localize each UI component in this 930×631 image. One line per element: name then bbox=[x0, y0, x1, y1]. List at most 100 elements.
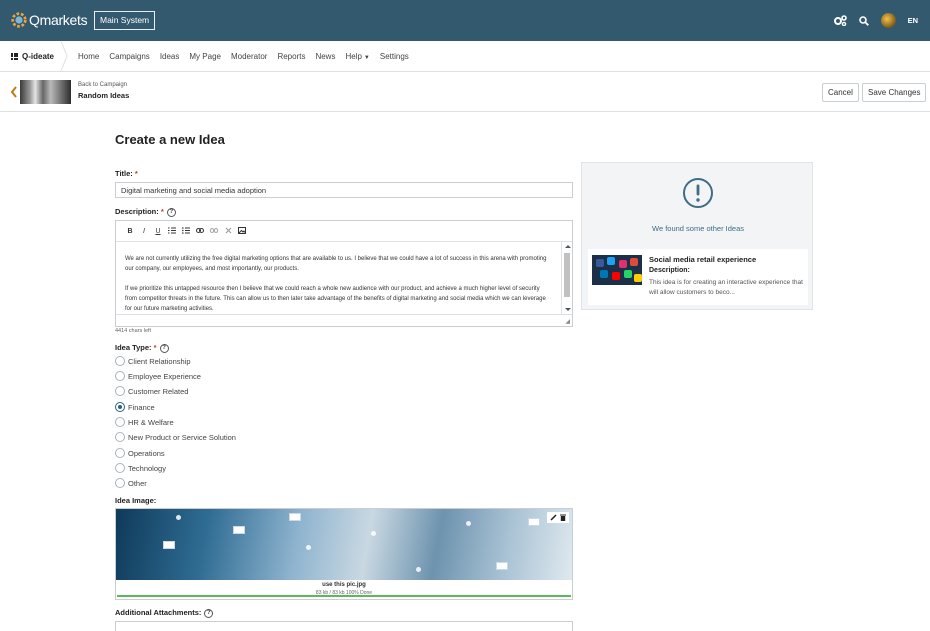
radio-button[interactable] bbox=[115, 478, 125, 488]
image-filename: use this pic.jpg bbox=[322, 582, 366, 588]
required-marker: * bbox=[134, 169, 138, 178]
radio-button[interactable] bbox=[115, 432, 125, 442]
similar-idea-title[interactable]: Social media retail experience bbox=[649, 255, 756, 264]
option-label: Other bbox=[128, 478, 147, 488]
title-label-text: Title: bbox=[115, 169, 133, 178]
radio-button[interactable] bbox=[115, 417, 125, 427]
unlink-icon[interactable] bbox=[207, 227, 221, 235]
nav-item-moderator[interactable]: Moderator bbox=[231, 52, 267, 61]
radio-button[interactable] bbox=[115, 463, 125, 473]
nav-item-settings[interactable]: Settings bbox=[380, 52, 409, 61]
nav-item-my-page[interactable]: My Page bbox=[189, 52, 221, 61]
user-avatar[interactable] bbox=[880, 13, 896, 28]
idea-type-option[interactable]: Customer Related bbox=[115, 386, 188, 396]
idea-type-option[interactable]: New Product or Service Solution bbox=[115, 432, 236, 442]
nav-item-news[interactable]: News bbox=[315, 52, 335, 61]
decorative-node bbox=[176, 515, 181, 520]
radio-button[interactable] bbox=[115, 448, 125, 458]
decorative-envelope bbox=[233, 526, 245, 534]
app-brand[interactable]: Q-ideate bbox=[11, 41, 54, 71]
link-icon[interactable] bbox=[193, 227, 207, 235]
editor-content[interactable]: We are not currently utilizing the free … bbox=[116, 242, 562, 314]
radio-button[interactable] bbox=[115, 386, 125, 396]
similar-idea-desc-label: Description: bbox=[649, 267, 690, 274]
italic-icon[interactable]: I bbox=[137, 228, 151, 235]
radio-button[interactable] bbox=[115, 356, 125, 366]
decorative-node bbox=[371, 531, 376, 536]
scrollbar-thumb[interactable] bbox=[564, 253, 570, 297]
description-label-text: Description: bbox=[115, 207, 159, 216]
campaign-thumbnail[interactable] bbox=[20, 80, 71, 104]
additional-attachments-label: Additional Attachments:? bbox=[115, 608, 214, 618]
required-marker: * bbox=[153, 343, 157, 352]
brand-divider-chevron bbox=[60, 41, 68, 71]
scroll-up-icon[interactable] bbox=[565, 245, 571, 248]
avatar bbox=[880, 13, 896, 28]
attachments-dropzone[interactable] bbox=[115, 621, 573, 631]
radio-button-selected[interactable] bbox=[115, 402, 125, 412]
edit-pencil-icon[interactable] bbox=[549, 513, 558, 522]
upload-progress-fill bbox=[117, 595, 571, 597]
option-label: Client Relationship bbox=[128, 356, 191, 366]
similar-idea-card[interactable]: Social media retail experience Descripti… bbox=[588, 249, 808, 305]
help-icon[interactable]: ? bbox=[166, 207, 176, 217]
campaign-name[interactable]: Random Ideas bbox=[78, 91, 129, 100]
similar-ideas-panel: We found some other Ideas Social media r… bbox=[581, 162, 813, 310]
nav-item-help[interactable]: Help ▼ bbox=[345, 52, 369, 61]
scroll-down-icon[interactable] bbox=[565, 308, 571, 311]
upload-progress-bar bbox=[117, 595, 571, 597]
settings-cluster-icon[interactable] bbox=[833, 15, 847, 26]
cancel-button[interactable]: Cancel bbox=[822, 83, 859, 102]
help-icon[interactable]: ? bbox=[159, 343, 169, 353]
save-changes-button[interactable]: Save Changes bbox=[862, 83, 927, 102]
logo-gear-icon bbox=[11, 12, 27, 28]
description-paragraph: We are not currently utilizing the free … bbox=[125, 256, 547, 272]
nav-menu: Home Campaigns Ideas My Page Moderator R… bbox=[78, 41, 419, 71]
ordered-list-icon[interactable] bbox=[165, 227, 179, 236]
chevron-down-icon: ▼ bbox=[363, 54, 370, 61]
nav-item-reports[interactable]: Reports bbox=[277, 52, 305, 61]
page-title: Create a new Idea bbox=[115, 132, 225, 147]
idea-type-option[interactable]: Client Relationship bbox=[115, 356, 191, 366]
unordered-list-icon[interactable] bbox=[179, 226, 193, 236]
option-label: Employee Experience bbox=[128, 371, 201, 381]
idea-type-option[interactable]: Technology bbox=[115, 463, 166, 473]
help-icon[interactable]: ? bbox=[204, 608, 214, 618]
nav-item-campaigns[interactable]: Campaigns bbox=[109, 52, 149, 61]
idea-image-preview[interactable] bbox=[116, 509, 572, 580]
radio-button[interactable] bbox=[115, 371, 125, 381]
decorative-node bbox=[466, 521, 471, 526]
remove-format-icon[interactable] bbox=[221, 227, 235, 236]
back-arrow-icon[interactable] bbox=[10, 86, 18, 98]
idea-image-upload: use this pic.jpg 83 kb / 83 kb 100% Done bbox=[115, 508, 573, 600]
idea-type-option[interactable]: Finance bbox=[115, 402, 155, 412]
back-to-campaign-link[interactable]: Back to Campaign bbox=[78, 82, 127, 88]
chars-left-counter: 4414 chars left bbox=[115, 328, 152, 334]
option-label: Operations bbox=[128, 448, 165, 458]
bold-icon[interactable]: B bbox=[123, 228, 137, 235]
editor-scrollbar[interactable] bbox=[561, 242, 572, 314]
decorative-envelope bbox=[496, 562, 508, 570]
idea-type-option[interactable]: Operations bbox=[115, 448, 165, 458]
language-selector[interactable]: EN bbox=[908, 16, 918, 25]
trash-icon[interactable] bbox=[558, 513, 567, 522]
campaign-header: Back to Campaign Random Ideas Cancel Sav… bbox=[0, 72, 930, 112]
main-system-button[interactable]: Main System bbox=[94, 11, 156, 30]
underline-icon[interactable]: U bbox=[151, 228, 165, 235]
resize-grip-icon[interactable]: ◢ bbox=[565, 318, 570, 325]
search-icon[interactable] bbox=[858, 15, 869, 26]
qmarkets-logo[interactable]: Qmarkets bbox=[10, 11, 88, 29]
idea-type-option[interactable]: HR & Welfare bbox=[115, 417, 174, 427]
top-icons: EN bbox=[822, 0, 918, 41]
option-label: Technology bbox=[128, 463, 166, 473]
nav-item-ideas[interactable]: Ideas bbox=[160, 52, 180, 61]
logo-text: Qmarkets bbox=[29, 12, 88, 28]
option-label: HR & Welfare bbox=[128, 417, 174, 427]
idea-image-label: Idea Image: bbox=[115, 496, 157, 505]
image-icon[interactable] bbox=[235, 226, 249, 236]
found-ideas-text: We found some other Ideas bbox=[652, 224, 744, 233]
title-input[interactable] bbox=[115, 182, 573, 198]
idea-type-option[interactable]: Other bbox=[115, 478, 147, 488]
nav-item-home[interactable]: Home bbox=[78, 52, 99, 61]
idea-type-option[interactable]: Employee Experience bbox=[115, 371, 201, 381]
